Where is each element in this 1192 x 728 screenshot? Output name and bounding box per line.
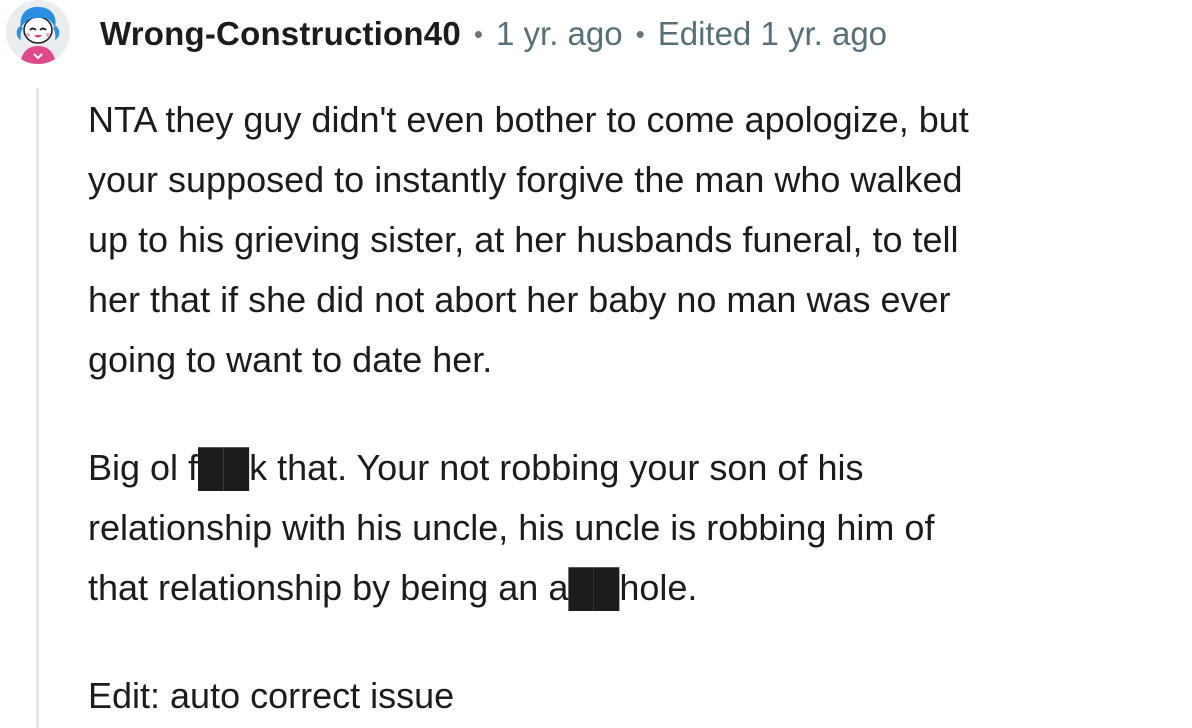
separator-dot: • [473,18,483,49]
edited-label: Edited 1 yr. ago [657,15,888,52]
username-link[interactable]: Wrong-Construction40 [100,15,461,53]
comment-paragraph: Big ol f██k that. Your not robbing your … [88,447,935,608]
separator-dot: • [635,18,645,49]
comment-paragraph: Edit: auto correct issue [88,675,455,716]
comment: Wrong-Construction40 • 1 yr. ago • Edite… [0,0,1192,728]
comment-body: NTA they guy didn't even bother to come … [88,90,1183,726]
user-avatar[interactable] [6,0,70,64]
comment-header: Wrong-Construction40 • 1 yr. ago • Edite… [100,12,887,56]
snoo-avatar-icon [6,0,70,64]
comment-paragraph: NTA they guy didn't even bother to come … [88,99,969,380]
thread-collapse-line[interactable] [36,88,39,728]
timestamp[interactable]: 1 yr. ago [496,15,623,53]
